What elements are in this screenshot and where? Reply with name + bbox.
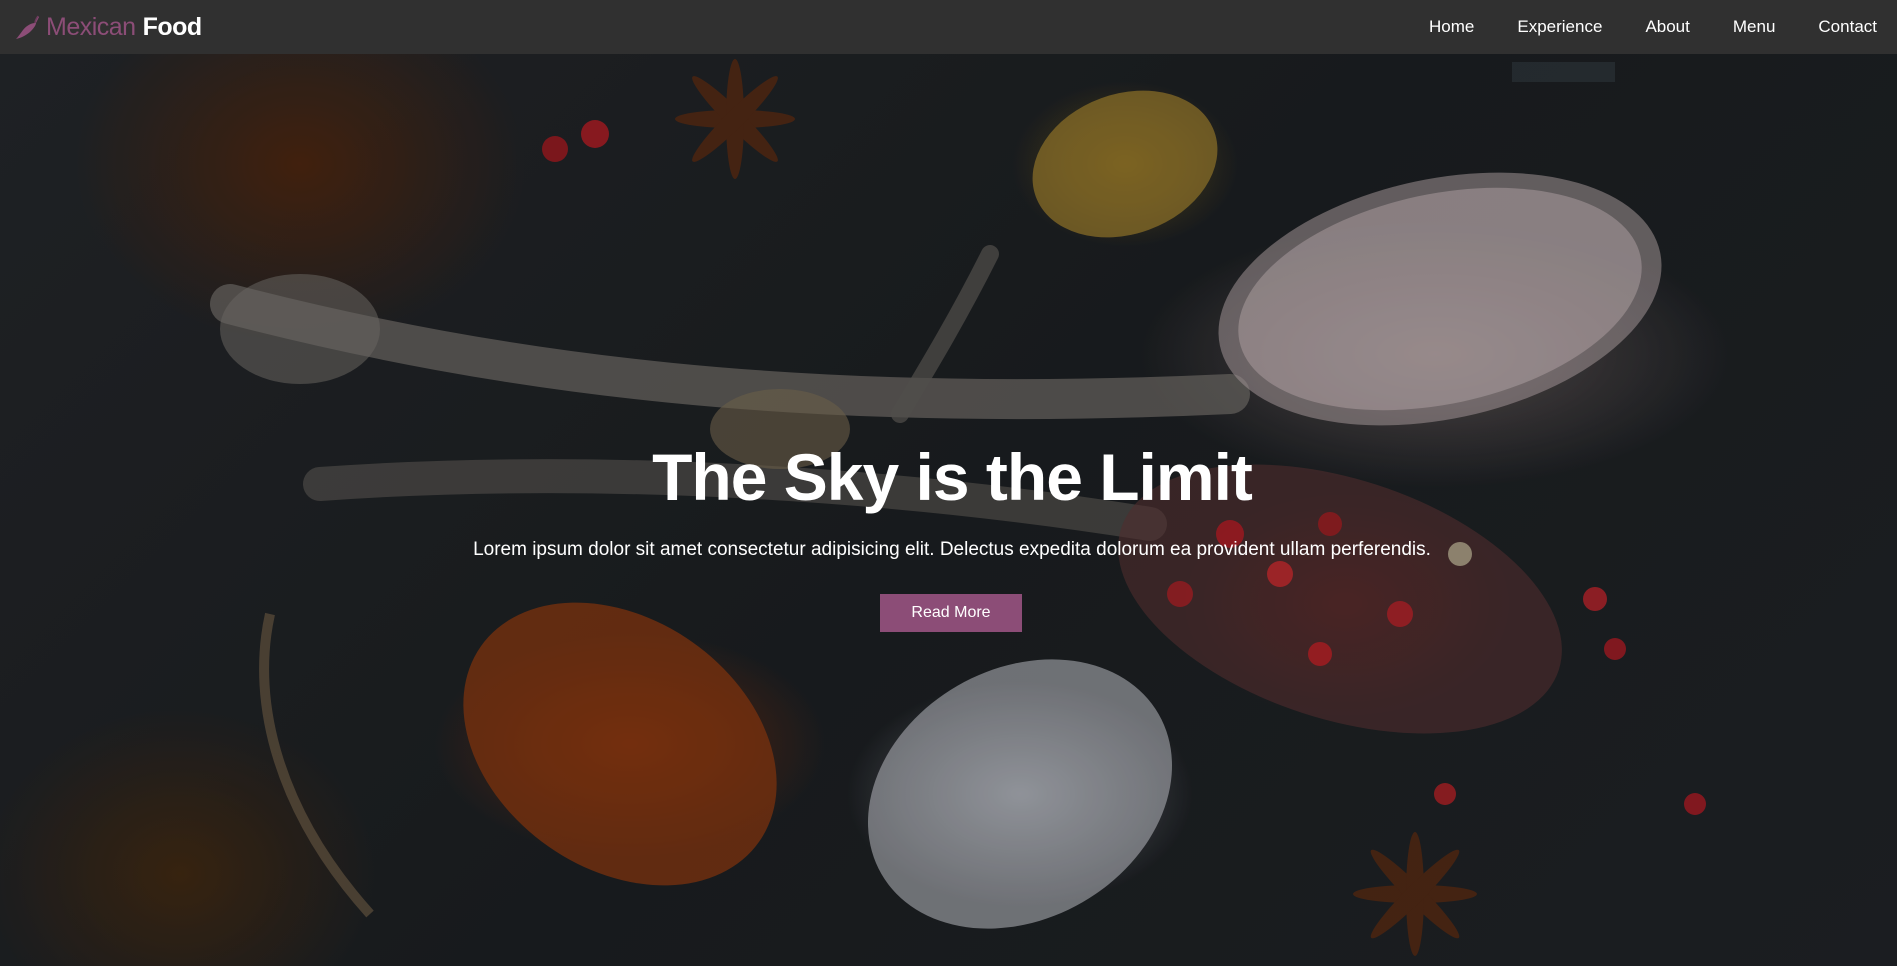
hero-description: Lorem ipsum dolor sit amet consectetur a… (473, 539, 1431, 560)
nav-item-contact: Contact (1818, 17, 1877, 37)
read-more-button[interactable]: Read More (880, 594, 1022, 632)
nav-item-home: Home (1429, 17, 1474, 37)
faint-label-box (1512, 62, 1615, 82)
nav-link-about[interactable]: About (1645, 17, 1689, 36)
navbar: Mexican Food Home Experience About Menu … (0, 0, 1897, 54)
nav-item-menu: Menu (1733, 17, 1776, 37)
nav-item-experience: Experience (1517, 17, 1602, 37)
nav-item-about: About (1645, 17, 1689, 37)
chili-pepper-icon (16, 15, 39, 39)
hero-section: The Sky is the Limit Lorem ipsum dolor s… (0, 54, 1897, 966)
brand-name-part1: Mexican (46, 12, 136, 41)
brand-logo[interactable]: Mexican Food (14, 13, 202, 42)
nav-link-home[interactable]: Home (1429, 17, 1474, 36)
nav-menu: Home Experience About Menu Contact (1386, 17, 1877, 37)
nav-link-contact[interactable]: Contact (1818, 17, 1877, 36)
nav-link-menu[interactable]: Menu (1733, 17, 1776, 36)
nav-link-experience[interactable]: Experience (1517, 17, 1602, 36)
hero-title: The Sky is the Limit (652, 440, 1253, 514)
brand-name-part2: Food (142, 12, 203, 41)
